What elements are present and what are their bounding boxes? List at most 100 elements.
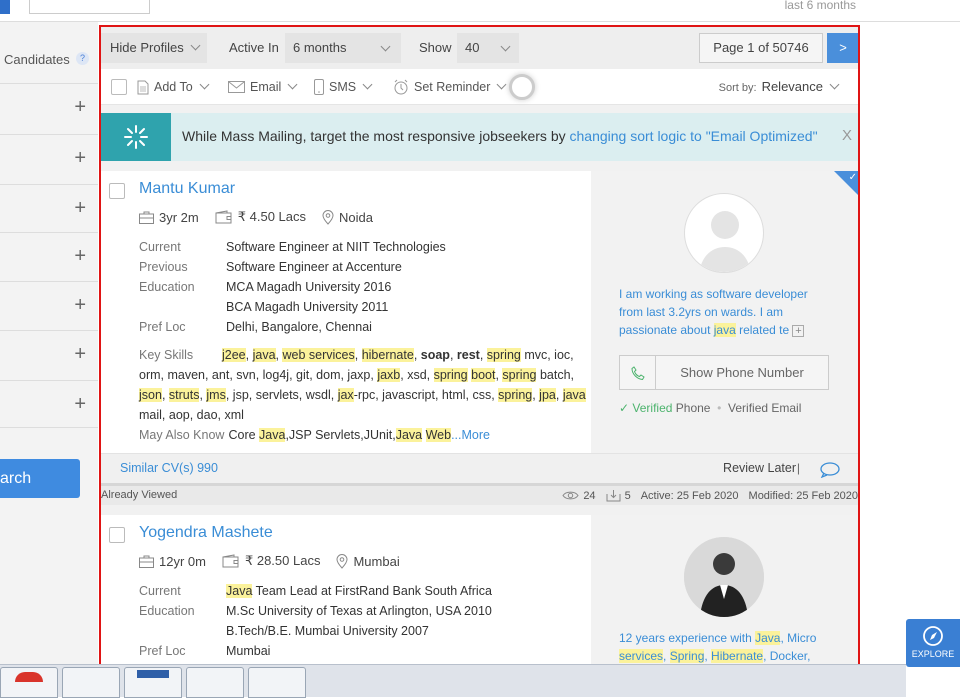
current-value: Software Engineer at NIIT Technologies (226, 240, 446, 254)
dot-separator: • (717, 401, 722, 415)
filter-row[interactable]: + (0, 281, 98, 329)
help-icon[interactable]: ? (76, 52, 89, 65)
filter-row[interactable]: + (0, 184, 98, 232)
candidate-details: Yogendra Mashete 12yr 0m ₹ 28.50 Lacs Mu… (101, 515, 591, 670)
download-icon (606, 490, 621, 502)
last-period-label: last 6 months (784, 0, 856, 12)
filter-row[interactable]: + (0, 83, 98, 131)
comment-icon[interactable] (820, 462, 840, 478)
email-dropdown[interactable]: Email (228, 69, 298, 105)
skill-highlight: struts (168, 388, 200, 402)
skill-text: , (354, 348, 362, 362)
expand-plus-icon[interactable]: + (74, 148, 86, 168)
pref-loc-value: Mumbai (226, 644, 271, 658)
sort-by-dropdown[interactable]: Sort by: Relevance (719, 69, 840, 105)
taskbar-button[interactable] (248, 667, 306, 698)
skill-highlight: spring (486, 348, 521, 362)
search-button[interactable]: arch (0, 459, 80, 498)
candidates-label: Candidates (4, 52, 70, 67)
change-sort-link[interactable]: changing sort logic to "Email Optimized" (570, 128, 818, 144)
active-date: Active: 25 Feb 2020 (640, 489, 739, 502)
expand-plus-icon[interactable]: + (74, 246, 86, 266)
email-label: Email (250, 80, 282, 94)
current-highlight: Java (226, 584, 253, 598)
candidate-checkbox[interactable] (109, 527, 125, 543)
expand-plus-icon[interactable]: + (74, 344, 86, 364)
pref-loc-label: Pref Loc (139, 644, 186, 658)
taskbar-button[interactable] (0, 667, 58, 698)
filter-row[interactable]: + (0, 330, 98, 378)
education-row: B.Tech/B.E. Mumbai University 2007 (139, 624, 429, 638)
skill-text: -rpc, javascript, html, css, (353, 388, 499, 402)
chevron-down-icon (500, 41, 511, 52)
add-to-dropdown[interactable]: Add To (137, 69, 210, 105)
info-banner: While Mass Mailing, target the most resp… (101, 113, 858, 161)
profile-photo (684, 537, 764, 617)
similar-cvs-link[interactable]: Similar CV(s) 990 (120, 461, 218, 475)
chevron-down-icon (190, 40, 201, 51)
active-in-value: 6 months (293, 40, 347, 55)
skill-highlight: jaxb (377, 368, 401, 382)
sms-label: SMS (329, 80, 357, 94)
education-value: MCA Magadh University 2016 (226, 280, 392, 294)
action-bar: Add To Email SMS Set Reminder Sort by: Re… (101, 69, 858, 105)
wallet-icon (215, 210, 232, 224)
checkbox[interactable] (109, 183, 125, 199)
next-page-button[interactable]: > (827, 33, 858, 63)
expand-summary-icon[interactable]: + (792, 324, 805, 337)
set-reminder-dropdown[interactable]: Set Reminder (393, 69, 507, 105)
active-in-label: Active In (229, 40, 279, 55)
skill-text: , (245, 348, 253, 362)
filter-row[interactable]: + (0, 134, 98, 182)
previous-value: Software Engineer at Accenture (226, 260, 402, 274)
card-footer: Similar CV(s) 990 Review Later | (101, 453, 858, 483)
expand-plus-icon[interactable]: + (74, 295, 86, 315)
select-all-checkbox[interactable] (111, 69, 127, 105)
previous-row: Previous Software Engineer at Accenture (139, 260, 402, 274)
skill-highlight: hibernate (361, 348, 414, 362)
expand-plus-icon[interactable]: + (74, 97, 86, 117)
experience: 3yr 2m (139, 210, 199, 225)
current-row: Current Java Team Lead at FirstRand Bank … (139, 584, 492, 598)
salary-value: ₹ 28.50 Lacs (244, 553, 321, 568)
pref-loc-value: Delhi, Bangalore, Chennai (226, 320, 372, 334)
review-later-button[interactable]: Review Later (723, 461, 796, 475)
taskbar-button[interactable] (124, 667, 182, 698)
skill-highlight: json (139, 388, 162, 402)
summary-highlight: Java (755, 631, 781, 645)
checkbox[interactable] (111, 79, 127, 95)
location-value: Noida (339, 209, 373, 225)
filter-row[interactable]: + (0, 380, 98, 428)
candidate-side-panel: 12 years experience with Java, Micro ser… (591, 515, 858, 670)
hide-profiles-dropdown[interactable]: Hide Profiles (101, 33, 207, 63)
active-in-select[interactable]: 6 months (285, 33, 401, 63)
skill-highlight: java (252, 348, 276, 362)
expand-plus-icon[interactable]: + (74, 198, 86, 218)
brand-mark (0, 0, 10, 14)
candidate-name-link[interactable]: Mantu Kumar (139, 180, 235, 198)
pref-loc-row: Pref Loc Delhi, Bangalore, Chennai (139, 320, 372, 334)
taskbar-button[interactable] (62, 667, 120, 698)
profile-summary[interactable]: 12 years experience with Java, Micro ser… (619, 629, 824, 665)
taskbar-button[interactable] (186, 667, 244, 698)
show-phone-button[interactable]: Show Phone Number (619, 355, 829, 390)
skill-highlight: Web (425, 428, 452, 442)
explore-button[interactable]: EXPLORE (906, 619, 960, 667)
wallet-icon (222, 554, 239, 568)
stats-row: 24 5 Active: 25 Feb 2020 Modified: 25 Fe… (562, 489, 858, 502)
chevron-down-icon (362, 79, 373, 89)
location: Mumbai (336, 554, 400, 569)
expand-plus-icon[interactable]: + (74, 394, 86, 414)
keyword-box[interactable] (29, 0, 150, 14)
experience-value: 12yr 0m (159, 553, 206, 569)
close-banner-icon[interactable]: X (842, 127, 852, 144)
filter-row[interactable]: + (0, 232, 98, 280)
show-count-select[interactable]: 40 (457, 33, 519, 63)
candidate-checkbox[interactable] (109, 183, 125, 199)
profile-summary[interactable]: I am working as software developer from … (619, 285, 824, 339)
sms-dropdown[interactable]: SMS (314, 69, 373, 105)
candidate-name-link[interactable]: Yogendra Mashete (139, 524, 273, 542)
more-link[interactable]: ...More (451, 428, 490, 442)
skill-text: soap (420, 348, 450, 362)
checkbox[interactable] (109, 527, 125, 543)
